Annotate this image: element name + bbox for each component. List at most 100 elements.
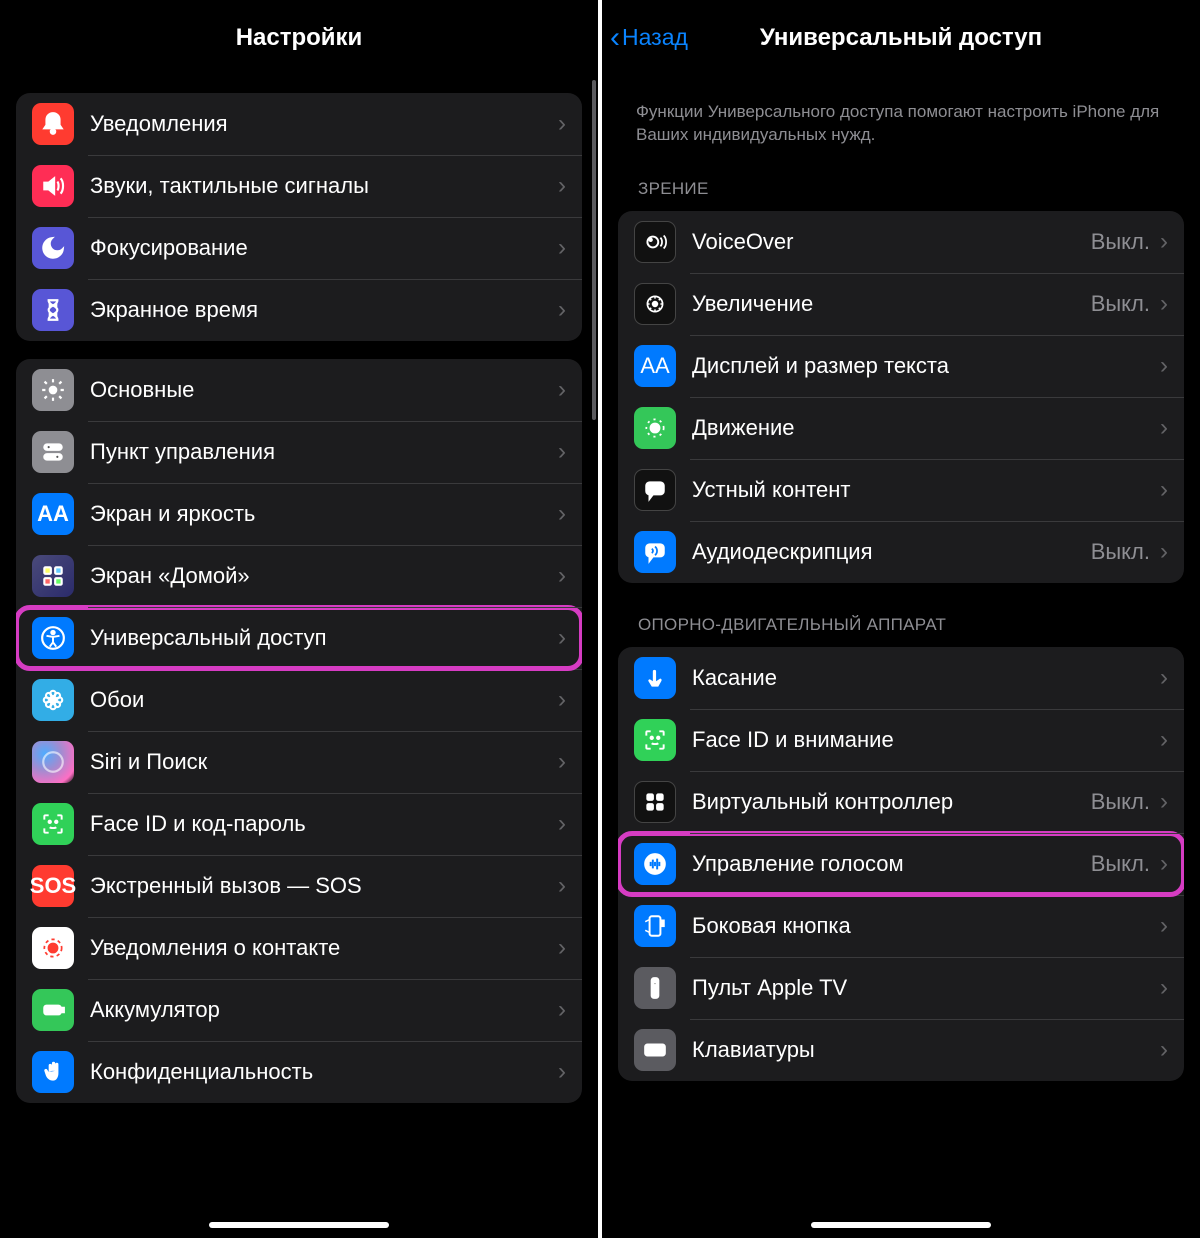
- row-voiceover[interactable]: VoiceOverВыкл.›: [618, 211, 1184, 273]
- row-wallpaper[interactable]: Обои›: [16, 669, 582, 731]
- hourglass-icon: [32, 289, 74, 331]
- voiceover-icon: [634, 221, 676, 263]
- row-label: Увеличение: [692, 291, 1091, 317]
- settings-phone-left: Настройки Уведомления›Звуки, тактильные …: [0, 0, 598, 1238]
- chevron-right-icon: ›: [1160, 414, 1168, 442]
- accessibility-description: Функции Универсального доступа помогают …: [618, 75, 1184, 147]
- section-header: ЗРЕНИЕ: [618, 169, 1184, 207]
- chevron-right-icon: ›: [1160, 664, 1168, 692]
- row-label: Касание: [692, 665, 1160, 691]
- row-faceid[interactable]: Face ID и код-пароль›: [16, 793, 582, 855]
- moon-icon: [32, 227, 74, 269]
- row-battery[interactable]: Аккумулятор›: [16, 979, 582, 1041]
- row-label: Face ID и внимание: [692, 727, 1160, 753]
- chevron-right-icon: ›: [558, 376, 566, 404]
- keyboard-icon: [634, 1029, 676, 1071]
- sos-icon: SOS: [32, 865, 74, 907]
- back-button[interactable]: ‹ Назад: [610, 23, 688, 53]
- row-value: Выкл.: [1091, 851, 1150, 877]
- row-label: Уведомления о контакте: [90, 935, 558, 961]
- row-audiodesc[interactable]: АудиодескрипцияВыкл.›: [618, 521, 1184, 583]
- row-label: Звуки, тактильные сигналы: [90, 173, 558, 199]
- chevron-right-icon: ›: [558, 686, 566, 714]
- row-sounds[interactable]: Звуки, тактильные сигналы›: [16, 155, 582, 217]
- siri-icon: [32, 741, 74, 783]
- chevron-right-icon: ›: [558, 624, 566, 652]
- zoom-icon: [634, 283, 676, 325]
- row-label: Аккумулятор: [90, 997, 558, 1023]
- exposure-icon: [32, 927, 74, 969]
- row-privacy[interactable]: Конфиденциальность›: [16, 1041, 582, 1103]
- chevron-right-icon: ›: [558, 872, 566, 900]
- row-sidebutton[interactable]: Боковая кнопка›: [618, 895, 1184, 957]
- row-homescreen[interactable]: Экран «Домой»›: [16, 545, 582, 607]
- row-focus[interactable]: Фокусирование›: [16, 217, 582, 279]
- chevron-right-icon: ›: [1160, 974, 1168, 1002]
- row-spoken[interactable]: 99Устный контент›: [618, 459, 1184, 521]
- chevron-right-icon: ›: [558, 810, 566, 838]
- page-title: Настройки: [236, 24, 363, 52]
- row-keyboards[interactable]: Клавиатуры›: [618, 1019, 1184, 1081]
- section-0: VoiceOverВыкл.›УвеличениеВыкл.›AAДисплей…: [618, 211, 1184, 583]
- chevron-right-icon: ›: [558, 500, 566, 528]
- chevron-right-icon: ›: [558, 1058, 566, 1086]
- row-sos[interactable]: SOSЭкстренный вызов — SOS›: [16, 855, 582, 917]
- chevron-right-icon: ›: [558, 172, 566, 200]
- chevron-right-icon: ›: [1160, 912, 1168, 940]
- row-label: Пункт управления: [90, 439, 558, 465]
- row-value: Выкл.: [1091, 291, 1150, 317]
- home-indicator[interactable]: [209, 1222, 389, 1228]
- svg-text:99: 99: [650, 483, 660, 493]
- row-faceattention[interactable]: Face ID и внимание›: [618, 709, 1184, 771]
- section-header: ОПОРНО-ДВИГАТЕЛЬНЫЙ АППАРАТ: [618, 605, 1184, 643]
- section-general: Основные›Пункт управления›AAЭкран и ярко…: [16, 359, 582, 1103]
- row-zoom[interactable]: УвеличениеВыкл. ›: [618, 273, 1184, 335]
- section-notifications: Уведомления›Звуки, тактильные сигналы›Фо…: [16, 93, 582, 341]
- row-label: Движение: [692, 415, 1160, 441]
- header-left: Настройки: [0, 0, 598, 75]
- row-label: Siri и Поиск: [90, 749, 558, 775]
- row-accessibility[interactable]: Универсальный доступ›: [16, 607, 582, 669]
- chevron-right-icon: ›: [558, 438, 566, 466]
- chevron-right-icon: ›: [1160, 850, 1168, 878]
- content-left: Уведомления›Звуки, тактильные сигналы›Фо…: [0, 75, 598, 1238]
- row-voicecontrol[interactable]: Управление голосомВыкл.›: [618, 833, 1184, 895]
- scrollbar[interactable]: [592, 80, 596, 420]
- row-label: Конфиденциальность: [90, 1059, 558, 1085]
- row-display[interactable]: AAЭкран и яркость›: [16, 483, 582, 545]
- flower-icon: [32, 679, 74, 721]
- row-general[interactable]: Основные›: [16, 359, 582, 421]
- faceid-icon: [634, 719, 676, 761]
- hand-icon: [32, 1051, 74, 1093]
- row-label: Пульт Apple TV: [692, 975, 1160, 1001]
- row-touch[interactable]: Касание›: [618, 647, 1184, 709]
- row-label: Обои: [90, 687, 558, 713]
- grid4-icon: [634, 781, 676, 823]
- section-1: Касание›Face ID и внимание›Виртуальный к…: [618, 647, 1184, 1081]
- row-value: Выкл.: [1091, 539, 1150, 565]
- row-notifications[interactable]: Уведомления›: [16, 93, 582, 155]
- chevron-right-icon: ›: [1160, 290, 1168, 318]
- row-textsize[interactable]: AAДисплей и размер текста›: [618, 335, 1184, 397]
- row-controlcenter[interactable]: Пункт управления›: [16, 421, 582, 483]
- home-indicator[interactable]: [811, 1222, 991, 1228]
- row-label: Клавиатуры: [692, 1037, 1160, 1063]
- row-switchcontrol[interactable]: Виртуальный контроллерВыкл.›: [618, 771, 1184, 833]
- battery-icon: [32, 989, 74, 1031]
- speech-icon: 99: [634, 469, 676, 511]
- row-siri[interactable]: Siri и Поиск›: [16, 731, 582, 793]
- chevron-right-icon: ›: [1160, 1036, 1168, 1064]
- motion-icon: [634, 407, 676, 449]
- content-right: Функции Универсального доступа помогают …: [602, 75, 1200, 1238]
- page-title: Универсальный доступ: [760, 24, 1042, 52]
- row-screentime[interactable]: Экранное время›: [16, 279, 582, 341]
- row-label: Фокусирование: [90, 235, 558, 261]
- chevron-right-icon: ›: [1160, 352, 1168, 380]
- row-appletv[interactable]: Пульт Apple TV›: [618, 957, 1184, 1019]
- row-value: Выкл.: [1091, 789, 1150, 815]
- row-label: Боковая кнопка: [692, 913, 1160, 939]
- accessibility-icon: [32, 617, 74, 659]
- row-motion[interactable]: Движение›: [618, 397, 1184, 459]
- chevron-right-icon: ›: [1160, 788, 1168, 816]
- row-exposure[interactable]: Уведомления о контакте›: [16, 917, 582, 979]
